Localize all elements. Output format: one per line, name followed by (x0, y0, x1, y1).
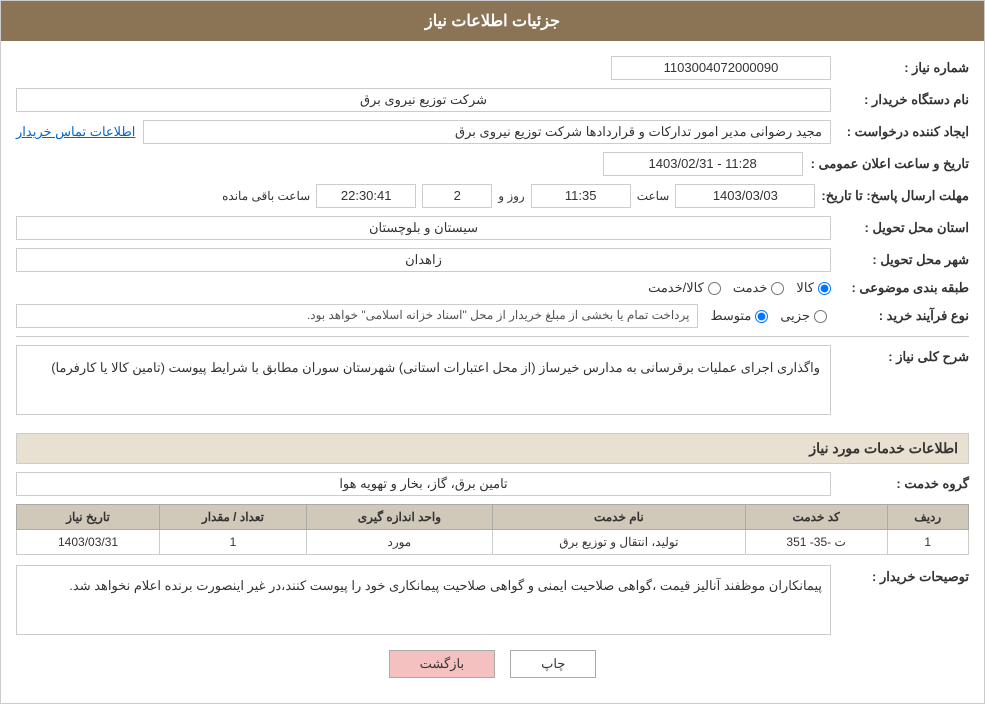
back-button[interactable]: بازگشت (389, 650, 495, 678)
category-kala-label: کالا (796, 280, 814, 296)
service-group-value: تامین برق، گاز، بخار و تهویه هوا (16, 472, 831, 496)
category-label: طبقه بندی موضوعی : (839, 280, 969, 296)
category-option-kala[interactable]: کالا (796, 280, 831, 296)
send-deadline-label: مهلت ارسال پاسخ: تا تاریخ: (821, 188, 969, 204)
creator-label: ایجاد کننده درخواست : (839, 124, 969, 140)
buyer-org-value: شرکت توزیع نیروی برق (16, 88, 831, 112)
page-header: جزئیات اطلاعات نیاز (1, 1, 984, 41)
send-remaining-value: 22:30:41 (316, 184, 416, 208)
services-section-header: اطلاعات خدمات مورد نیاز (16, 433, 969, 464)
cell-date: 1403/03/31 (17, 530, 160, 555)
send-date-value: 1403/03/03 (675, 184, 815, 208)
page-title: جزئیات اطلاعات نیاز (425, 13, 560, 30)
table-row: 1 ت -35- 351 تولید، انتقال و توزیع برق م… (17, 530, 969, 555)
buyer-org-label: نام دستگاه خریدار : (839, 92, 969, 108)
category-options: کالا خدمت کالا/خدمت (648, 280, 831, 296)
col-row: ردیف (887, 505, 969, 530)
contact-link[interactable]: اطلاعات تماس خریدار (16, 124, 135, 140)
announce-date-label: تاریخ و ساعت اعلان عمومی : (811, 156, 969, 172)
category-khedmat-label: خدمت (733, 280, 768, 296)
print-button[interactable]: چاپ (510, 650, 596, 678)
cell-quantity: 1 (160, 530, 307, 555)
send-time-value: 11:35 (531, 184, 631, 208)
description-label: شرح کلی نیاز : (839, 345, 969, 365)
action-buttons: چاپ بازگشت (16, 650, 969, 678)
col-unit: واحد اندازه گیری (306, 505, 492, 530)
announce-date-value: 1403/02/31 - 11:28 (603, 152, 803, 176)
province-value: سیستان و بلوچستان (16, 216, 831, 240)
send-days-label: روز و (498, 189, 525, 203)
category-option-khedmat[interactable]: خدمت (733, 280, 785, 296)
divider-1 (16, 336, 969, 337)
service-group-label: گروه خدمت : (839, 476, 969, 492)
process-option-jozii[interactable]: جزیی (780, 308, 827, 324)
services-table: ردیف کد خدمت نام خدمت واحد اندازه گیری ت… (16, 504, 969, 555)
city-label: شهر محل تحویل : (839, 252, 969, 268)
process-jozii-label: جزیی (780, 308, 810, 324)
province-label: استان محل تحویل : (839, 220, 969, 236)
cell-row: 1 (887, 530, 969, 555)
col-quantity: تعداد / مقدار (160, 505, 307, 530)
buyer-notes-section: توصیحات خریدار : پیمانکاران موظفند آنالی… (16, 565, 969, 635)
category-kala-khedmat-label: کالا/خدمت (648, 280, 704, 296)
process-option-motevaset[interactable]: متوسط (710, 308, 768, 324)
cell-code: ت -35- 351 (745, 530, 887, 555)
category-option-kala-khedmat[interactable]: کالا/خدمت (648, 280, 721, 296)
send-days-value: 2 (422, 184, 492, 208)
process-options: جزیی متوسط (710, 308, 827, 324)
send-remaining-label: ساعت باقی مانده (222, 189, 310, 203)
col-name: نام خدمت (492, 505, 745, 530)
process-motevaset-label: متوسط (710, 308, 751, 324)
cell-name: تولید، انتقال و توزیع برق (492, 530, 745, 555)
send-time-label: ساعت (637, 189, 670, 203)
col-date: تاریخ نیاز (17, 505, 160, 530)
creator-value: مجید رضوانی مدیر امور تدارکات و قرارداده… (143, 120, 831, 144)
process-label: نوع فرآیند خرید : (839, 308, 969, 324)
buyer-notes-value: پیمانکاران موظفند آنالیز قیمت ،گواهی صلا… (16, 565, 831, 635)
process-note: پرداخت تمام یا بخشی از مبلغ خریدار از مح… (16, 304, 698, 328)
description-value: واگذاری اجرای عملیات برقرسانی به مدارس خ… (16, 345, 831, 415)
cell-unit: مورد (306, 530, 492, 555)
need-number-label: شماره نیاز : (839, 60, 969, 76)
need-number-value: 1103004072000090 (611, 56, 831, 80)
city-value: زاهدان (16, 248, 831, 272)
buyer-notes-label: توصیحات خریدار : (839, 565, 969, 585)
col-code: کد خدمت (745, 505, 887, 530)
